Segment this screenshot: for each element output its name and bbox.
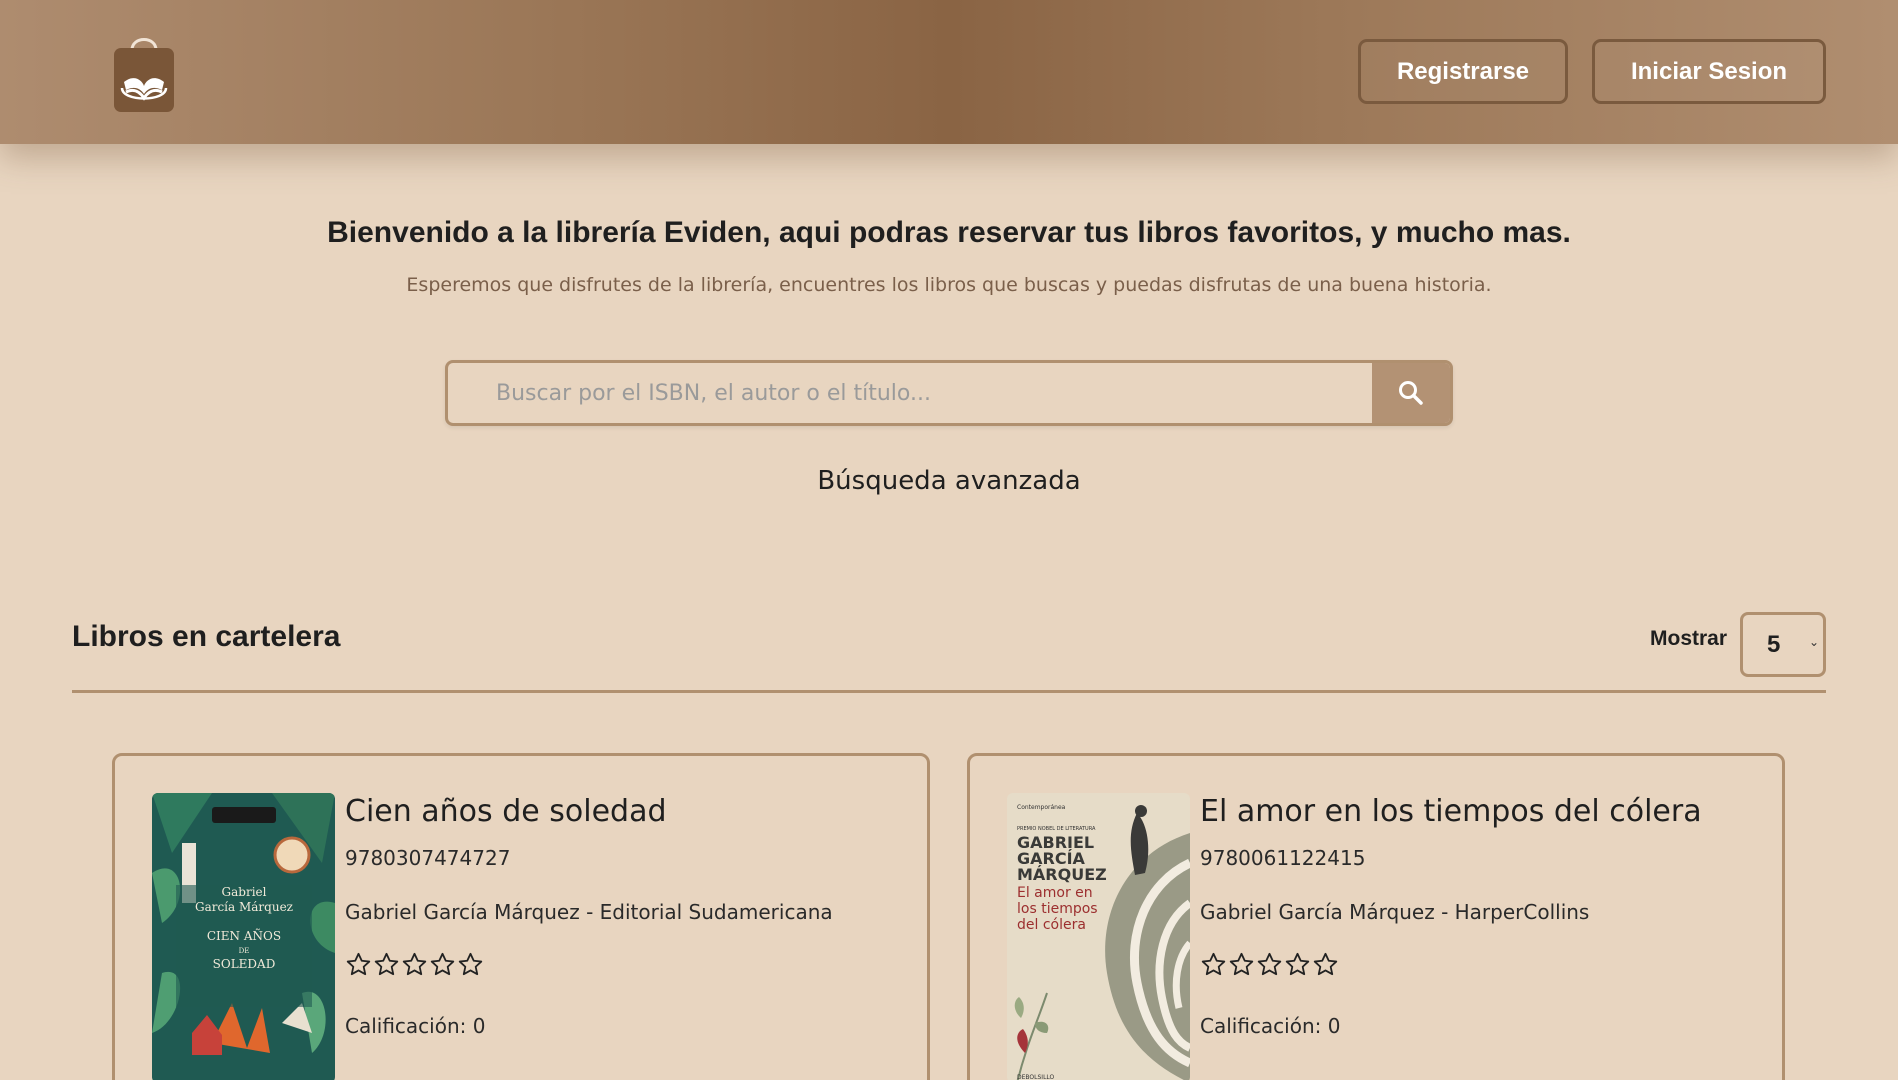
star-icon[interactable] (345, 951, 372, 978)
svg-text:los tiempos: los tiempos (1017, 901, 1098, 917)
svg-text:PREMIO NOBEL DE LITERATURA: PREMIO NOBEL DE LITERATURA (1017, 826, 1096, 832)
svg-text:SOLEDAD: SOLEDAD (213, 957, 276, 971)
book-isbn: 9780307474727 (345, 846, 511, 870)
book-cover-image[interactable]: Gabriel García Márquez CIEN AÑOS DE SOLE… (152, 793, 335, 1080)
search-bar (445, 360, 1453, 426)
welcome-title: Bienvenido a la librería Eviden, aqui po… (327, 216, 1571, 249)
search-icon (1399, 381, 1423, 405)
svg-text:MÁRQUEZ: MÁRQUEZ (1017, 865, 1107, 884)
svg-text:del cólera: del cólera (1017, 917, 1086, 933)
svg-text:García Márquez: García Márquez (195, 900, 293, 914)
svg-text:Gabriel: Gabriel (222, 885, 267, 899)
star-icon[interactable] (1200, 951, 1227, 978)
star-rating (1200, 951, 1339, 978)
catalog-title: Libros en cartelera (72, 620, 341, 653)
star-icon[interactable] (429, 951, 456, 978)
book-card[interactable]: Contemporánea PREMIO NOBEL DE LITERATURA… (967, 753, 1785, 1080)
star-icon[interactable] (1284, 951, 1311, 978)
show-count-value: 5 (1767, 630, 1781, 658)
register-button[interactable]: Registrarse (1358, 39, 1568, 104)
star-icon[interactable] (1312, 951, 1339, 978)
book-title[interactable]: Cien años de soledad (345, 794, 667, 829)
svg-text:Contemporánea: Contemporánea (1017, 804, 1066, 811)
book-bag-icon[interactable] (112, 30, 176, 114)
star-icon[interactable] (373, 951, 400, 978)
chevron-down-icon: ⌄ (1808, 635, 1819, 649)
rating-text: Calificación: 0 (1200, 1014, 1341, 1038)
svg-text:DEBOLSILLO: DEBOLSILLO (1017, 1074, 1055, 1080)
book-cover-image[interactable]: Contemporánea PREMIO NOBEL DE LITERATURA… (1007, 793, 1190, 1080)
star-icon[interactable] (1256, 951, 1283, 978)
show-label: Mostrar (1650, 627, 1728, 650)
book-author-publisher: Gabriel García Márquez - HarperCollins (1200, 900, 1590, 924)
book-isbn: 9780061122415 (1200, 846, 1366, 870)
search-button[interactable] (1372, 363, 1450, 423)
star-icon[interactable] (457, 951, 484, 978)
book-author-publisher: Gabriel García Márquez - Editorial Sudam… (345, 900, 833, 924)
star-rating (345, 951, 484, 978)
section-divider (72, 690, 1826, 693)
rating-text: Calificación: 0 (345, 1014, 486, 1038)
advanced-search-link[interactable]: Búsqueda avanzada (0, 466, 1898, 496)
book-card[interactable]: Gabriel García Márquez CIEN AÑOS DE SOLE… (112, 753, 930, 1080)
show-count-select[interactable]: 5 ⌄ (1740, 612, 1826, 677)
login-button[interactable]: Iniciar Sesion (1592, 39, 1826, 104)
svg-text:CIEN AÑOS: CIEN AÑOS (207, 928, 281, 943)
search-input[interactable] (448, 363, 1368, 423)
welcome-subtitle: Esperemos que disfrutes de la librería, … (406, 274, 1492, 296)
book-title[interactable]: El amor en los tiempos del cólera (1200, 794, 1702, 829)
top-header: Registrarse Iniciar Sesion (0, 0, 1898, 144)
svg-text:El amor en: El amor en (1017, 885, 1093, 901)
star-icon[interactable] (401, 951, 428, 978)
star-icon[interactable] (1228, 951, 1255, 978)
svg-text:DE: DE (239, 947, 250, 955)
